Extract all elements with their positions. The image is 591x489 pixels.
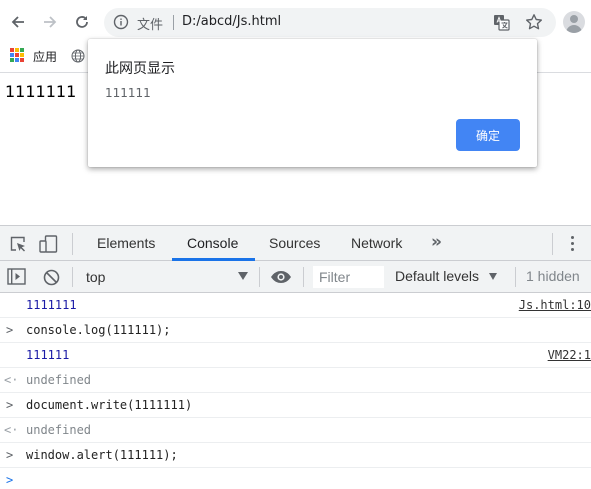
console-prompt-row[interactable]: > — [0, 468, 591, 489]
browser-toolbar: 文件 D:/abcd/Js.html — [0, 0, 591, 44]
result-arrow-icon: <· — [4, 423, 19, 437]
apps-grid-icon[interactable] — [10, 48, 24, 62]
omnibox-separator — [173, 15, 174, 30]
toolbar-divider — [72, 267, 73, 287]
info-icon[interactable] — [113, 14, 129, 30]
devtools-panel: Elements Console Sources Network » top F… — [0, 225, 591, 489]
console-command: console.log(111111); — [26, 323, 171, 337]
log-message: 1111111 — [26, 298, 77, 312]
source-link[interactable]: Js.html:10 — [519, 298, 591, 312]
dialog-message: 111111 — [105, 86, 151, 100]
console-result: undefined — [26, 373, 92, 387]
eye-icon[interactable] — [270, 270, 292, 284]
address-bar[interactable]: 文件 D:/abcd/Js.html — [104, 8, 556, 37]
devtools-tab-bar: Elements Console Sources Network » — [0, 226, 591, 261]
translate-icon[interactable] — [493, 14, 510, 31]
console-row: 1111111 Js.html:10 — [0, 293, 591, 318]
console-toolbar: top Default levels 1 hidden — [0, 261, 591, 293]
profile-body — [566, 25, 582, 33]
clear-console-icon[interactable] — [43, 269, 60, 286]
console-output[interactable]: 1111111 Js.html:10 > console.log(111111)… — [0, 293, 591, 489]
forward-button[interactable] — [37, 9, 63, 35]
tab-console[interactable]: Console — [187, 235, 238, 251]
ok-button[interactable]: 确定 — [456, 119, 520, 151]
reload-icon — [76, 16, 88, 28]
tab-network[interactable]: Network — [351, 235, 402, 251]
star-icon[interactable] — [525, 13, 543, 31]
log-message: 111111 — [26, 348, 70, 362]
console-row: > document.write(1111111) — [0, 393, 591, 418]
console-row: > console.log(111111); — [0, 318, 591, 343]
filter-input[interactable] — [313, 266, 384, 288]
console-command: window.alert(111111); — [26, 448, 178, 462]
page-body-text: 1111111 — [5, 82, 77, 101]
alert-dialog: 此网页显示 111111 确定 — [88, 39, 537, 167]
console-row: <· undefined — [0, 368, 591, 393]
inspect-element-icon[interactable] — [9, 235, 27, 253]
context-value: top — [86, 269, 106, 285]
tab-sources[interactable]: Sources — [269, 235, 320, 251]
toolbar-divider — [259, 267, 260, 287]
dialog-title: 此网页显示 — [105, 61, 175, 77]
globe-icon[interactable] — [71, 49, 85, 63]
console-row: > window.alert(111111); — [0, 443, 591, 468]
forward-arrow-icon — [44, 16, 57, 28]
toolbar-divider — [515, 267, 516, 287]
prompt-chevron-icon: > — [6, 473, 14, 487]
console-row: 111111 VM22:1 — [0, 343, 591, 368]
input-chevron-icon: > — [6, 323, 14, 337]
device-toolbar-icon[interactable] — [39, 235, 59, 253]
tab-divider-right — [552, 233, 553, 255]
tab-elements[interactable]: Elements — [97, 235, 155, 251]
reload-button[interactable] — [69, 9, 95, 35]
scheme-label: 文件 — [137, 18, 164, 33]
log-levels-dropdown[interactable]: Default levels — [395, 268, 479, 284]
apps-label[interactable]: 应用 — [33, 48, 57, 65]
console-result: undefined — [26, 423, 92, 437]
url-text[interactable]: D:/abcd/Js.html — [182, 14, 281, 29]
chevron-down-icon — [489, 273, 497, 280]
hidden-messages-count[interactable]: 1 hidden — [526, 268, 580, 284]
kebab-menu-icon[interactable] — [571, 236, 575, 252]
console-row: <· undefined — [0, 418, 591, 443]
console-command: document.write(1111111) — [26, 398, 193, 412]
sidebar-toggle-icon[interactable] — [7, 268, 26, 285]
source-link[interactable]: VM22:1 — [548, 348, 591, 362]
input-chevron-icon: > — [6, 398, 14, 412]
context-selector[interactable]: top — [76, 267, 252, 287]
chevron-down-icon — [238, 272, 248, 280]
back-arrow-icon — [11, 16, 24, 28]
toolbar-divider — [303, 267, 304, 287]
input-chevron-icon: > — [6, 448, 14, 462]
back-button[interactable] — [5, 9, 31, 35]
profile-icon[interactable] — [563, 11, 585, 33]
result-arrow-icon: <· — [4, 373, 19, 387]
profile-head — [570, 15, 578, 23]
tab-divider — [72, 233, 73, 255]
more-tabs-button[interactable]: » — [431, 232, 442, 252]
